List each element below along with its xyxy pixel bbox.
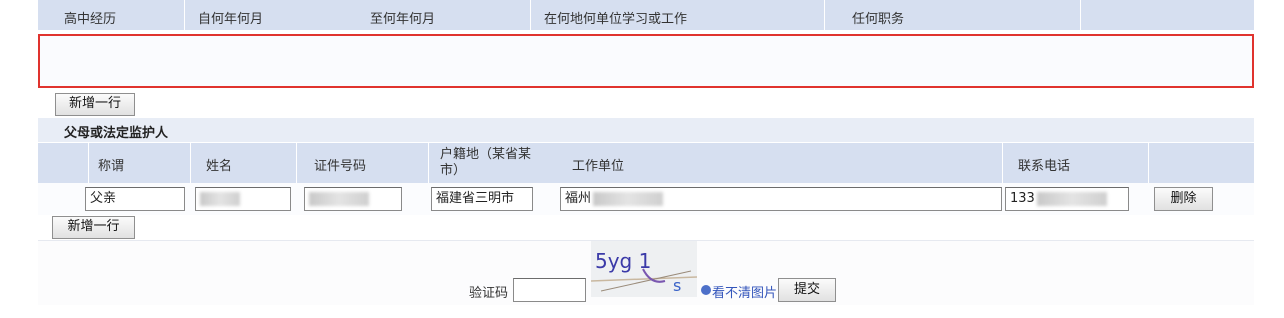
guardians-header: 称谓 姓名 证件号码 户籍地（某省某市） 工作单位 联系电话 bbox=[38, 143, 1254, 183]
column-header: 姓名 bbox=[206, 159, 233, 174]
id-number-input[interactable] bbox=[304, 187, 402, 211]
column-header: 工作单位 bbox=[572, 159, 625, 174]
add-row-button[interactable]: 新增一行 bbox=[55, 93, 135, 116]
refresh-captcha-link[interactable]: 看不清图片 bbox=[712, 282, 777, 301]
employer-input[interactable]: 福州 bbox=[560, 187, 1002, 211]
column-header: 证件号码 bbox=[314, 159, 367, 174]
phone-input[interactable]: 133 bbox=[1005, 187, 1129, 211]
delete-button[interactable]: 删除 bbox=[1154, 187, 1213, 211]
highlighted-empty-row bbox=[38, 34, 1254, 88]
column-header: 自何年何月 bbox=[198, 12, 264, 27]
captcha-image: 5yg 1 s bbox=[591, 241, 697, 297]
col-divider bbox=[296, 143, 297, 183]
col-divider bbox=[1002, 143, 1003, 183]
phone-text: 133 bbox=[1010, 191, 1035, 206]
redacted-value bbox=[200, 191, 240, 206]
col-divider bbox=[190, 143, 191, 183]
column-header: 任何职务 bbox=[852, 12, 905, 27]
col-divider bbox=[88, 143, 89, 183]
relation-input[interactable]: 父亲 bbox=[85, 187, 185, 211]
submit-button[interactable]: 提交 bbox=[778, 278, 836, 302]
captcha-input[interactable] bbox=[513, 278, 586, 302]
household-input[interactable]: 福建省三明市 bbox=[431, 187, 533, 211]
work-history-header: 高中经历 自何年何月 至何年何月 在何地何单位学习或工作 任何职务 bbox=[38, 0, 1254, 30]
redacted-value bbox=[309, 191, 369, 206]
col-divider bbox=[530, 0, 531, 30]
captcha-label: 验证码 bbox=[469, 286, 509, 301]
add-row-button[interactable]: 新增一行 bbox=[52, 216, 135, 239]
col-divider bbox=[1080, 0, 1081, 30]
employer-text: 福州 bbox=[565, 191, 592, 206]
col-divider bbox=[184, 0, 185, 30]
column-header: 高中经历 bbox=[64, 12, 117, 27]
section-title: 父母或法定监护人 bbox=[64, 126, 169, 141]
col-divider bbox=[824, 0, 825, 30]
guardian-row: 父亲 福建省三明市 福州 133 删除 bbox=[38, 183, 1254, 215]
column-header: 称谓 bbox=[98, 159, 125, 174]
column-header: 至何年何月 bbox=[370, 12, 436, 27]
redacted-value bbox=[1036, 191, 1107, 206]
guardians-section-bar: 父母或法定监护人 bbox=[38, 118, 1254, 142]
captcha-text: 5yg 1 bbox=[595, 249, 651, 273]
redacted-value bbox=[593, 191, 664, 206]
column-header: 在何地何单位学习或工作 bbox=[544, 12, 688, 27]
name-input[interactable] bbox=[195, 187, 291, 211]
column-header: 联系电话 bbox=[1018, 159, 1071, 174]
col-divider bbox=[428, 143, 429, 183]
column-header: 户籍地（某省某市） bbox=[440, 147, 532, 178]
svg-text:s: s bbox=[673, 276, 681, 295]
col-divider bbox=[1148, 143, 1149, 183]
eye-icon bbox=[701, 285, 711, 295]
